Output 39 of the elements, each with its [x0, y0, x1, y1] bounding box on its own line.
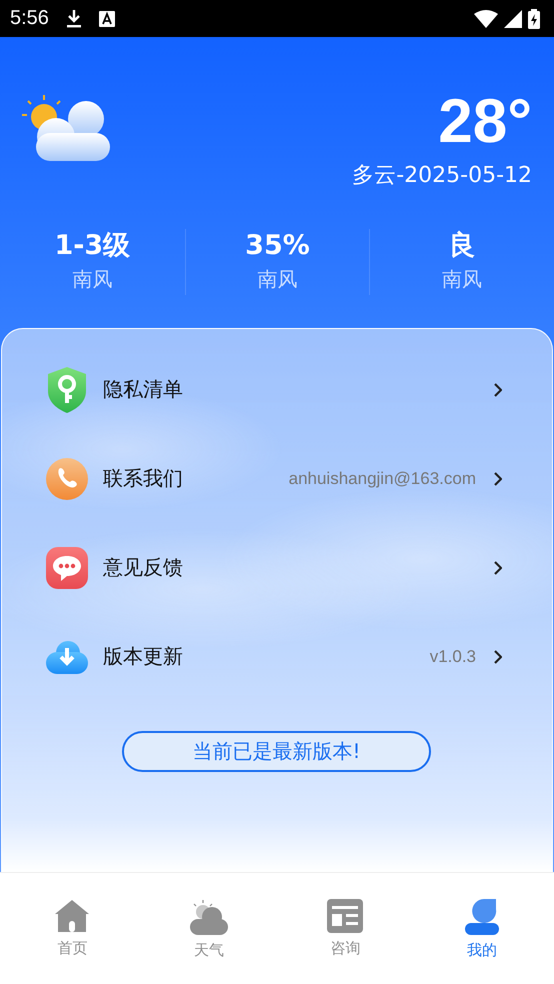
chevron-right-icon — [494, 472, 502, 486]
menu-label: 联系我们 — [103, 465, 183, 492]
font-icon — [98, 10, 115, 26]
wifi-icon — [474, 10, 498, 28]
chevron-right-icon — [494, 650, 502, 664]
menu-label: 意见反馈 — [103, 554, 183, 581]
stat-value: 良 — [448, 229, 476, 263]
stat-value: 1-3级 — [54, 229, 130, 263]
toast-message: 当前已是最新版本! — [122, 731, 431, 772]
person-icon — [464, 899, 500, 935]
menu-label: 版本更新 — [103, 643, 183, 670]
sun-cloud-icon — [20, 93, 112, 163]
stat-value: 35% — [245, 229, 310, 263]
nav-tab[interactable]: 我的 — [414, 873, 550, 984]
battery-icon — [528, 8, 540, 28]
menu-row[interactable]: 版本更新 v1.0.3 — [2, 612, 552, 701]
house-icon — [54, 899, 90, 933]
chevron-right-icon — [494, 382, 502, 396]
menu-label: 隐私清单 — [103, 376, 183, 403]
stat-label: 南风 — [442, 266, 482, 293]
clock-time: 5:56 — [10, 7, 49, 30]
stat-label: 南风 — [72, 266, 112, 293]
cloud-sun-icon — [190, 899, 228, 935]
newspaper-icon — [327, 899, 364, 933]
stat-label: 南风 — [257, 266, 298, 293]
menu-value: v1.0.3 — [430, 646, 476, 666]
temperature: 28° — [438, 87, 532, 157]
menu-row[interactable]: 隐私清单 — [2, 345, 552, 434]
menu-row[interactable]: 联系我们 anhuishangjin@163.com — [2, 434, 552, 523]
menu-value: anhuishangjin@163.com — [288, 468, 476, 488]
shield-key-icon — [46, 366, 88, 412]
download-icon — [64, 8, 83, 28]
menu-row[interactable]: 意见反馈 — [2, 523, 552, 612]
condition-date: 多云-2025-05-12 — [352, 162, 532, 190]
signal-icon — [504, 10, 522, 28]
cloud-download-icon — [46, 640, 88, 674]
chat-bubble-icon — [46, 546, 88, 588]
chevron-right-icon — [494, 560, 502, 574]
phone-icon — [46, 458, 88, 500]
